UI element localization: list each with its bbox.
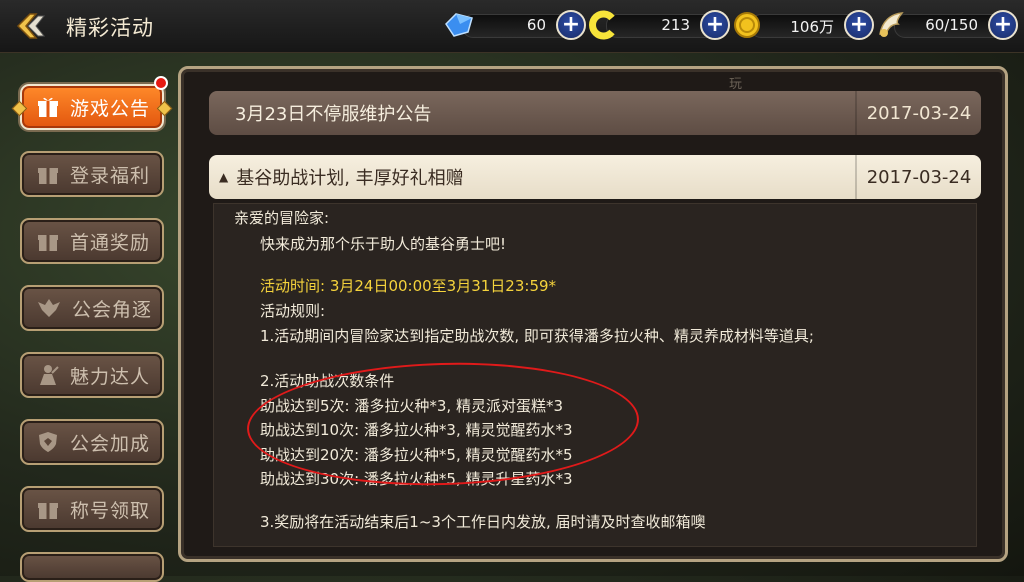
resource-value: 106万 bbox=[790, 18, 834, 36]
sidebar-item-label: 游戏公告 bbox=[70, 97, 151, 120]
sidebar: 游戏公告 登录福利 首通奖励 公会角逐 魅力达人 公会加成 称号领取 bbox=[0, 52, 180, 582]
content-time: 活动时间: 3月24日00:00至3月31日23:59* bbox=[260, 277, 557, 295]
gold-coin-icon bbox=[734, 12, 760, 38]
back-arrow-icon bbox=[16, 13, 46, 39]
content-rule-1: 1.活动期间内冒险家达到指定助战次数, 即可获得潘多拉火种、精灵养成材料等道具; bbox=[260, 327, 814, 345]
page-title: 精彩活动 bbox=[66, 16, 154, 40]
sidebar-item-game-notice[interactable]: 游戏公告 bbox=[11, 76, 173, 130]
resource-gold: 106万 + bbox=[730, 10, 874, 40]
charm-figure-icon bbox=[40, 365, 59, 385]
notice-panel: 玩 3月23日不停服维护公告 2017-03-24 ▲ 基谷助战计划, 丰厚好礼… bbox=[178, 66, 1008, 562]
shield-icon bbox=[39, 432, 57, 452]
notice-title: 基谷助战计划, 丰厚好礼相赠 bbox=[236, 168, 464, 189]
wing-stamina-icon bbox=[879, 12, 904, 37]
content-rule-3: 3.奖励将在活动结束后1~3个工作日内发放, 届时请及时查收邮箱噢 bbox=[260, 513, 706, 531]
resource-value: 213 bbox=[661, 16, 690, 34]
content-greeting: 亲爱的冒险家: bbox=[234, 209, 330, 227]
content-rules-title: 活动规则: bbox=[260, 302, 326, 320]
content-intro: 快来成为那个乐于助人的基谷勇士吧! bbox=[260, 235, 507, 253]
top-bar: 精彩活动 60 + 213 + 106万 + 60/150 + bbox=[0, 0, 1024, 53]
sidebar-item-label: 称号领取 bbox=[70, 499, 151, 522]
sidebar-item-label: 公会角逐 bbox=[72, 298, 153, 321]
sidebar-item-more[interactable] bbox=[20, 552, 164, 582]
notice-title: 3月23日不停服维护公告 bbox=[235, 104, 432, 125]
notice-content: 亲爱的冒险家: 快来成为那个乐于助人的基谷勇士吧! 活动时间: 3月24日00:… bbox=[213, 203, 977, 547]
guild-crest-icon bbox=[38, 299, 60, 317]
back-button[interactable] bbox=[14, 10, 50, 42]
notification-dot bbox=[154, 76, 168, 90]
gift-icon bbox=[38, 168, 58, 184]
sidebar-item-label: 公会加成 bbox=[70, 432, 151, 455]
sidebar-item-label: 首通奖励 bbox=[70, 231, 151, 254]
resource-value: 60/150 bbox=[925, 16, 978, 34]
gift-icon bbox=[38, 503, 58, 519]
blue-gem-icon bbox=[445, 13, 473, 37]
sidebar-item-charm-master[interactable]: 魅力达人 bbox=[20, 352, 164, 398]
add-c-coin-button[interactable]: + bbox=[700, 10, 730, 40]
add-stamina-button[interactable]: + bbox=[988, 10, 1018, 40]
decor-diamond bbox=[156, 100, 173, 117]
chevron-up-icon: ▲ bbox=[219, 170, 229, 184]
sidebar-item-login-reward[interactable]: 登录福利 bbox=[20, 151, 164, 197]
yellow-c-coin-icon bbox=[589, 10, 615, 40]
resource-c-coin: 213 + bbox=[586, 10, 730, 40]
notice-row-maintenance[interactable]: 3月23日不停服维护公告 2017-03-24 bbox=[209, 91, 981, 135]
sidebar-item-title-claim[interactable]: 称号领取 bbox=[20, 486, 164, 532]
notice-date: 2017-03-24 bbox=[855, 91, 981, 135]
resource-value: 60 bbox=[526, 16, 546, 34]
add-gold-button[interactable]: + bbox=[844, 10, 874, 40]
gift-icon bbox=[38, 235, 58, 251]
add-gems-button[interactable]: + bbox=[556, 10, 586, 40]
resource-gems: 60 + bbox=[442, 10, 586, 40]
resource-stamina: 60/150 + bbox=[874, 10, 1018, 40]
sidebar-item-guild-contest[interactable]: 公会角逐 bbox=[20, 285, 164, 331]
sidebar-item-label: 魅力达人 bbox=[70, 365, 151, 388]
panel-tag: 玩 bbox=[729, 77, 743, 92]
sidebar-item-label: 登录福利 bbox=[70, 164, 151, 187]
sidebar-item-guild-bonus[interactable]: 公会加成 bbox=[20, 419, 164, 465]
gift-icon bbox=[38, 97, 58, 117]
sidebar-item-first-clear[interactable]: 首通奖励 bbox=[20, 218, 164, 264]
notice-row-assist-plan[interactable]: ▲ 基谷助战计划, 丰厚好礼相赠 2017-03-24 bbox=[209, 155, 981, 199]
notice-date: 2017-03-24 bbox=[855, 155, 981, 199]
decor-diamond bbox=[11, 100, 28, 117]
